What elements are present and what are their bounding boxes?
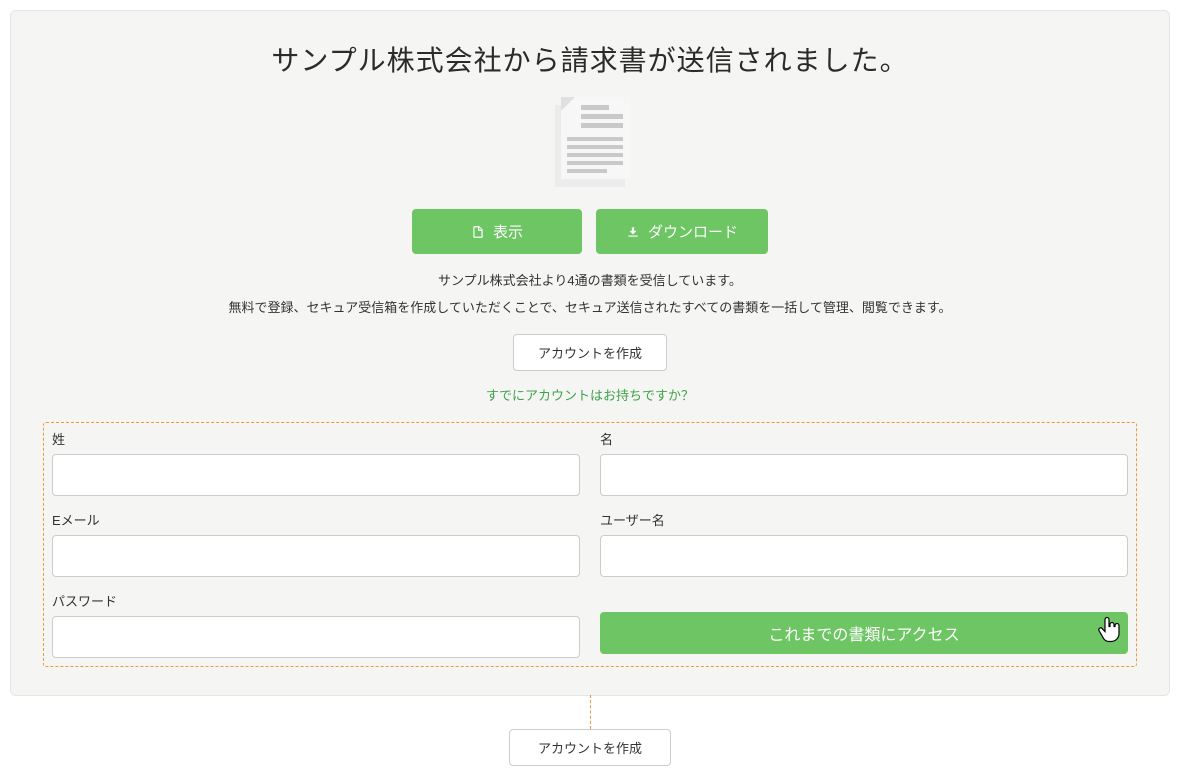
username-label: ユーザー名 (600, 510, 1128, 529)
password-input[interactable] (52, 616, 580, 658)
callout-label: アカウントを作成 (509, 729, 671, 766)
cursor-pointer-icon (1096, 616, 1122, 651)
page-title: サンプル株式会社から請求書が送信されました。 (43, 39, 1137, 79)
info-message: 無料で登録、セキュア受信箱を作成していただくことで、セキュア送信されたすべての書… (43, 297, 1137, 316)
action-buttons-row: 表示 ダウンロード (43, 209, 1137, 254)
lastname-label: 姓 (52, 429, 580, 448)
firstname-label: 名 (600, 429, 1128, 448)
submit-button-label: これまでの書類にアクセス (768, 627, 959, 644)
view-button-label: 表示 (493, 221, 523, 242)
file-icon (471, 225, 485, 239)
already-have-link[interactable]: すでにアカウントはお持ちですか？ (43, 385, 1137, 404)
received-message: サンプル株式会社より4通の書類を受信しています。 (43, 270, 1137, 289)
submit-button[interactable]: これまでの書類にアクセス (600, 612, 1128, 654)
document-icon-wrap (43, 97, 1137, 187)
notification-card: サンプル株式会社から請求書が送信されました。 (10, 10, 1170, 696)
download-icon (626, 225, 640, 239)
password-label: パスワード (52, 591, 580, 610)
view-button[interactable]: 表示 (412, 209, 582, 254)
document-icon (549, 97, 631, 187)
connector-line (590, 695, 591, 729)
email-input[interactable] (52, 535, 580, 577)
username-input[interactable] (600, 535, 1128, 577)
lastname-input[interactable] (52, 454, 580, 496)
download-button-label: ダウンロード (648, 221, 738, 242)
signup-form: 姓 名 Eメール ユーザー名 パスワード (43, 422, 1137, 667)
firstname-input[interactable] (600, 454, 1128, 496)
download-button[interactable]: ダウンロード (596, 209, 768, 254)
callout-row: アカウントを作成 (10, 695, 1170, 766)
create-account-button[interactable]: アカウントを作成 (513, 334, 667, 371)
email-label: Eメール (52, 510, 580, 529)
